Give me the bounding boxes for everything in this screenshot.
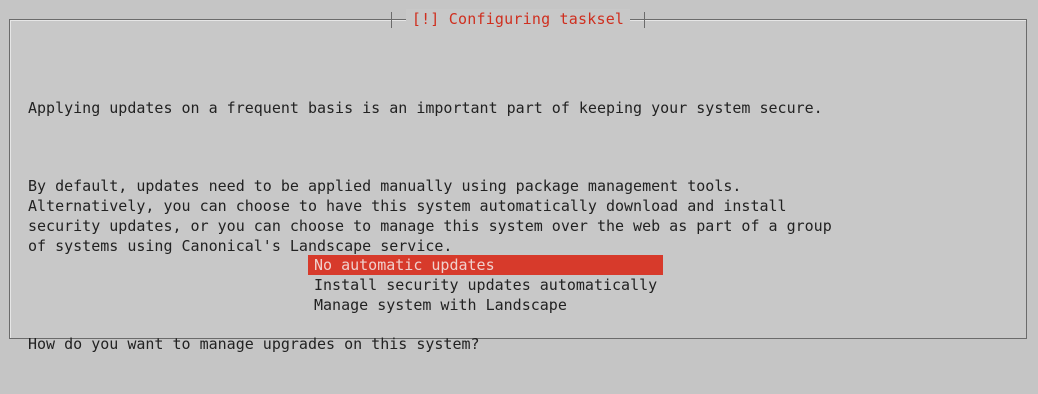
dialog-title-bar: [!] Configuring tasksel <box>10 9 1026 29</box>
title-right-bracket <box>643 11 645 28</box>
option-manage-with-landscape[interactable]: Manage system with Landscape <box>308 295 663 315</box>
tasksel-dialog: [!] Configuring tasksel Applying updates… <box>9 9 1027 353</box>
option-no-automatic-updates[interactable]: No automatic updates <box>308 255 664 275</box>
installer-screen: [!] Configuring tasksel Applying updates… <box>0 0 1038 353</box>
intro-text: Applying updates on a frequent basis is … <box>28 99 823 117</box>
question-text: How do you want to manage upgrades on th… <box>28 335 480 353</box>
details-text: By default, updates need to be applied m… <box>28 177 832 255</box>
title-left-bracket <box>391 11 393 28</box>
option-install-security-updates[interactable]: Install security updates automatically <box>308 275 663 295</box>
dialog-title: [!] Configuring tasksel <box>405 9 631 29</box>
upgrade-options-list: No automatic updates Install security up… <box>308 255 664 315</box>
dialog-content: Applying updates on a frequent basis is … <box>28 58 1008 394</box>
